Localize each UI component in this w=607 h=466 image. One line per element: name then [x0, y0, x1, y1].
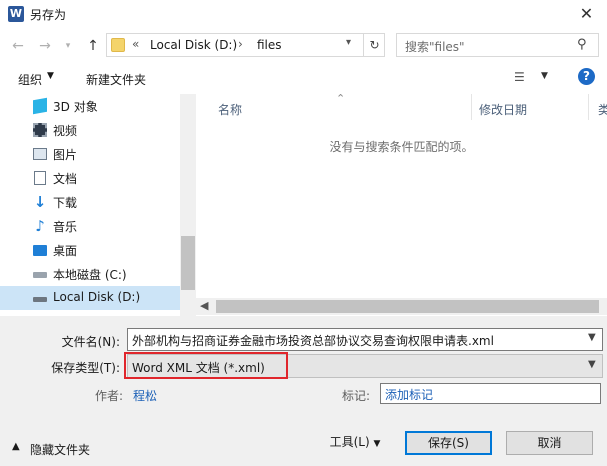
- filename-field[interactable]: 外部机构与招商证券金融市场投资总部协议交易查询权限申请表.xml ▼: [127, 328, 603, 351]
- breadcrumb-separator-icon[interactable]: ›: [238, 37, 243, 51]
- filename-value[interactable]: 外部机构与招商证券金融市场投资总部协议交易查询权限申请表.xml: [132, 332, 494, 349]
- cancel-button[interactable]: 取消: [506, 431, 593, 455]
- documents-icon: [34, 171, 46, 185]
- column-header-date-modified[interactable]: 修改日期: [479, 101, 527, 118]
- nav-item-local-disk-d[interactable]: Local Disk (D:): [0, 286, 180, 310]
- file-list: 名称 ⌃ 修改日期 类 没有与搜索条件匹配的项。: [196, 92, 607, 316]
- tools-button-label[interactable]: 工具(L): [330, 435, 370, 449]
- nav-item-video[interactable]: 视频: [0, 118, 180, 142]
- chevron-down-icon[interactable]: ▾: [346, 37, 360, 48]
- nav-item-documents[interactable]: 文档: [0, 166, 180, 190]
- chevron-up-icon[interactable]: ▲: [12, 441, 20, 452]
- breadcrumb-files[interactable]: files: [257, 38, 282, 52]
- save-type-label: 保存类型(T):: [51, 361, 120, 375]
- filename-label: 文件名(N):: [61, 335, 120, 349]
- title-bar: W 另存为 ✕: [0, 0, 607, 28]
- horizontal-scrollbar-thumb[interactable]: [216, 300, 599, 313]
- nav-scrollbar-thumb[interactable]: [181, 236, 195, 290]
- nav-item-label: Local Disk (D:): [53, 290, 141, 304]
- nav-item-local-disk-c[interactable]: 本地磁盘 (C:): [0, 262, 180, 286]
- tags-placeholder[interactable]: 添加标记: [385, 386, 433, 403]
- search-input[interactable]: 搜索"files": [405, 38, 465, 55]
- music-icon: ♪: [35, 217, 45, 235]
- save-as-dialog: W 另存为 ✕ ← → ▾ ↑ « Local Disk (D:) › file…: [0, 0, 607, 466]
- refresh-icon[interactable]: ↻: [363, 34, 385, 56]
- empty-message: 没有与搜索条件匹配的项。: [329, 140, 474, 154]
- nav-item-desktop[interactable]: 桌面: [0, 238, 180, 262]
- video-icon: [33, 123, 47, 137]
- forward-arrow-icon[interactable]: →: [35, 36, 55, 56]
- nav-item-label: 下载: [53, 196, 78, 210]
- view-options-icon[interactable]: ☰: [514, 70, 525, 84]
- nav-item-3d-objects[interactable]: 3D 对象: [0, 94, 180, 118]
- nav-item-label: 图片: [53, 148, 78, 162]
- sort-up-icon: ⌃: [336, 92, 346, 105]
- nav-item-label: 视频: [53, 124, 78, 138]
- word-app-icon: W: [8, 6, 24, 22]
- drive-icon: [33, 272, 47, 278]
- author-value[interactable]: 程松: [133, 387, 157, 404]
- search-icon[interactable]: ⚲: [577, 37, 587, 52]
- chevron-down-icon[interactable]: ▼: [588, 332, 596, 343]
- nav-item-label: 桌面: [53, 244, 78, 258]
- scroll-left-icon[interactable]: ◀: [200, 299, 208, 312]
- search-box[interactable]: 搜索"files" ⚲: [396, 33, 599, 57]
- root-chevron-icon[interactable]: «: [132, 37, 139, 51]
- save-button[interactable]: 保存(S): [405, 431, 492, 455]
- save-form: 文件名(N): 外部机构与招商证券金融市场投资总部协议交易查询权限申请表.xml…: [0, 316, 607, 466]
- breadcrumb-local-disk[interactable]: Local Disk (D:): [150, 38, 237, 52]
- column-divider[interactable]: [588, 94, 589, 120]
- nav-item-downloads[interactable]: ↓ 下载: [0, 190, 180, 214]
- tags-field[interactable]: 添加标记: [380, 383, 601, 404]
- chevron-down-icon[interactable]: ▼: [588, 359, 596, 370]
- pictures-icon: [33, 148, 47, 160]
- close-button[interactable]: ✕: [566, 0, 607, 28]
- column-header-type[interactable]: 类: [598, 101, 607, 118]
- nav-item-label: 音乐: [53, 220, 78, 234]
- recent-locations-dropdown-icon[interactable]: ▾: [58, 36, 78, 56]
- chevron-down-icon[interactable]: ▼: [47, 71, 54, 81]
- folder-icon: [111, 38, 125, 52]
- navigation-pane: 3D 对象 视频 图片 文档 ↓ 下载 ♪ 音乐 桌面 本地磁盘 (C:) Lo…: [0, 94, 196, 316]
- nav-item-label: 文档: [53, 172, 78, 186]
- tags-label: 标记:: [341, 389, 370, 403]
- author-label: 作者:: [94, 389, 123, 403]
- horizontal-scrollbar[interactable]: ◀: [196, 298, 607, 315]
- up-arrow-icon[interactable]: ↑: [83, 36, 103, 56]
- organize-button[interactable]: 组织: [18, 71, 42, 88]
- drive-icon: [33, 297, 47, 302]
- hide-folders-label[interactable]: 隐藏文件夹: [30, 441, 90, 458]
- column-header-name[interactable]: 名称: [218, 101, 242, 118]
- new-folder-button[interactable]: 新建文件夹: [86, 71, 146, 88]
- nav-item-music[interactable]: ♪ 音乐: [0, 214, 180, 238]
- chevron-down-icon[interactable]: ▼: [541, 71, 548, 81]
- tools-button[interactable]: 工具(L) ▼: [320, 431, 390, 455]
- desktop-icon: [33, 245, 47, 256]
- highlight-box: [124, 352, 288, 379]
- download-icon: ↓: [33, 193, 47, 211]
- window-title: 另存为: [30, 8, 67, 22]
- nav-item-label: 本地磁盘 (C:): [53, 268, 127, 282]
- nav-item-pictures[interactable]: 图片: [0, 142, 180, 166]
- nav-item-label: 3D 对象: [53, 100, 98, 114]
- help-icon[interactable]: ?: [578, 68, 595, 85]
- column-divider[interactable]: [471, 94, 472, 120]
- chevron-down-icon[interactable]: ▼: [373, 439, 380, 449]
- 3d-objects-icon: [33, 97, 47, 115]
- back-arrow-icon[interactable]: ←: [8, 36, 28, 56]
- address-bar[interactable]: « Local Disk (D:) › files ▾ ↻: [106, 33, 385, 57]
